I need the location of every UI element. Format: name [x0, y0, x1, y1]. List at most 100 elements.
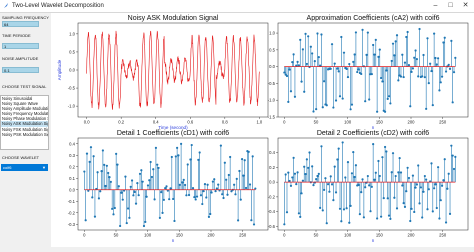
- stem-marker: [287, 171, 290, 174]
- stem-marker: [364, 186, 367, 189]
- stem-marker: [183, 183, 187, 187]
- minimize-button[interactable]: –: [428, 0, 443, 12]
- stem-marker: [426, 208, 429, 211]
- list-item-selected[interactable]: Noisy ASK Modulation Sign: [1, 121, 48, 127]
- stem-marker: [148, 179, 151, 182]
- stem-marker: [414, 186, 417, 189]
- stem-marker: [129, 185, 132, 188]
- stem-marker: [100, 170, 103, 173]
- y-axis-label: Amplitude: [57, 59, 62, 80]
- stem-marker: [354, 31, 358, 34]
- x-tick-label: 200: [408, 120, 416, 125]
- stem-marker: [333, 165, 336, 168]
- stem-marker: [442, 41, 445, 44]
- time-period-input[interactable]: 1: [2, 43, 39, 49]
- noise-amplitude-label: NOISE AMPLITUDE: [2, 56, 39, 61]
- stem-marker: [149, 160, 152, 164]
- stem-marker: [219, 144, 222, 147]
- stem-marker: [195, 195, 199, 198]
- stem-marker: [433, 187, 436, 190]
- y-tick-label: 0.5: [69, 49, 75, 54]
- test-signal-list[interactable]: Noisy Sinusoidal Noisy Square Wave Noisy…: [0, 95, 49, 150]
- stem-marker: [361, 178, 364, 181]
- stem-marker: [397, 171, 400, 174]
- noise-amplitude-input[interactable]: 0.1: [2, 67, 39, 73]
- stem-marker: [154, 146, 158, 149]
- stem-marker: [394, 174, 397, 178]
- stem-marker: [387, 214, 391, 217]
- stem-marker: [316, 174, 319, 178]
- stem-marker: [308, 151, 311, 154]
- stem-marker: [373, 178, 376, 181]
- sampling-frequency-input[interactable]: 64: [2, 21, 39, 27]
- stem-marker: [341, 141, 344, 144]
- wavelet-dropdown[interactable]: coif6 ▼: [1, 164, 48, 171]
- stem-marker: [365, 53, 368, 56]
- y-tick-label: 0.0: [269, 64, 275, 69]
- stem-marker: [301, 179, 304, 182]
- stem-marker: [421, 216, 424, 219]
- stem-marker: [366, 31, 369, 34]
- stem-marker: [427, 82, 430, 85]
- stem-marker: [350, 103, 354, 106]
- stem-marker: [372, 43, 375, 47]
- y-tick-label: 0.2: [269, 165, 275, 170]
- stem-marker: [406, 166, 409, 169]
- list-item[interactable]: Noisy FSK Modulation Signa: [1, 127, 48, 132]
- stem-marker: [304, 32, 307, 35]
- stem-marker: [366, 174, 369, 178]
- y-tick-label: 1.0: [69, 31, 75, 36]
- stem-marker: [345, 207, 348, 210]
- stem-marker: [419, 186, 422, 189]
- stem-marker: [185, 194, 188, 197]
- x-tick-label: 0.6: [187, 120, 193, 125]
- plot-title: Noisy ASK Modulation Signal: [128, 15, 219, 22]
- stem-marker: [292, 156, 295, 159]
- stem-marker: [345, 67, 348, 71]
- stem-marker: [350, 172, 354, 175]
- control-panel: SAMPLING FREQUENCY 64 TIME PERIODE 1 NOI…: [0, 13, 50, 247]
- y-tick-label: -0.5: [268, 81, 276, 86]
- stem-marker: [146, 184, 150, 187]
- stem-marker: [194, 198, 197, 201]
- stem-marker: [315, 177, 318, 181]
- stem-marker: [340, 35, 343, 39]
- stem-marker: [307, 166, 310, 169]
- stem-marker: [413, 210, 416, 214]
- stem-marker: [193, 196, 196, 199]
- stem-marker: [410, 70, 413, 74]
- stem-marker: [83, 170, 86, 173]
- list-item[interactable]: Noisy PSK Modulation Signa: [1, 132, 48, 137]
- stem-marker: [222, 196, 225, 200]
- stem-marker: [109, 180, 112, 183]
- y-tick-label: -1.0: [268, 98, 276, 103]
- stem-marker: [418, 202, 421, 205]
- maximize-button[interactable]: □: [443, 0, 458, 12]
- stem-marker: [141, 180, 144, 183]
- stem-marker: [252, 223, 256, 226]
- stem-marker: [145, 195, 148, 198]
- stem-marker: [307, 35, 310, 38]
- stem-marker: [126, 207, 130, 210]
- stem-marker: [251, 155, 254, 158]
- stem-marker: [395, 34, 399, 37]
- stem-marker: [311, 165, 314, 168]
- close-button[interactable]: ✕: [458, 0, 473, 12]
- stem-marker: [288, 179, 291, 183]
- stem-marker: [164, 186, 167, 190]
- stem-marker: [344, 176, 347, 179]
- stem-marker: [452, 167, 456, 171]
- stem-marker: [357, 68, 360, 71]
- stem-marker: [374, 171, 377, 174]
- stem-marker: [349, 204, 352, 207]
- stem-marker: [191, 187, 195, 190]
- stem-marker: [390, 171, 393, 174]
- stem-marker: [421, 75, 424, 78]
- stem-marker: [401, 53, 404, 56]
- stem-marker: [296, 171, 299, 174]
- stem-marker: [423, 76, 426, 79]
- stem-marker: [105, 164, 108, 167]
- stem-marker: [338, 207, 342, 210]
- y-tick-label: 1.0: [269, 31, 275, 36]
- stem-marker: [233, 183, 236, 186]
